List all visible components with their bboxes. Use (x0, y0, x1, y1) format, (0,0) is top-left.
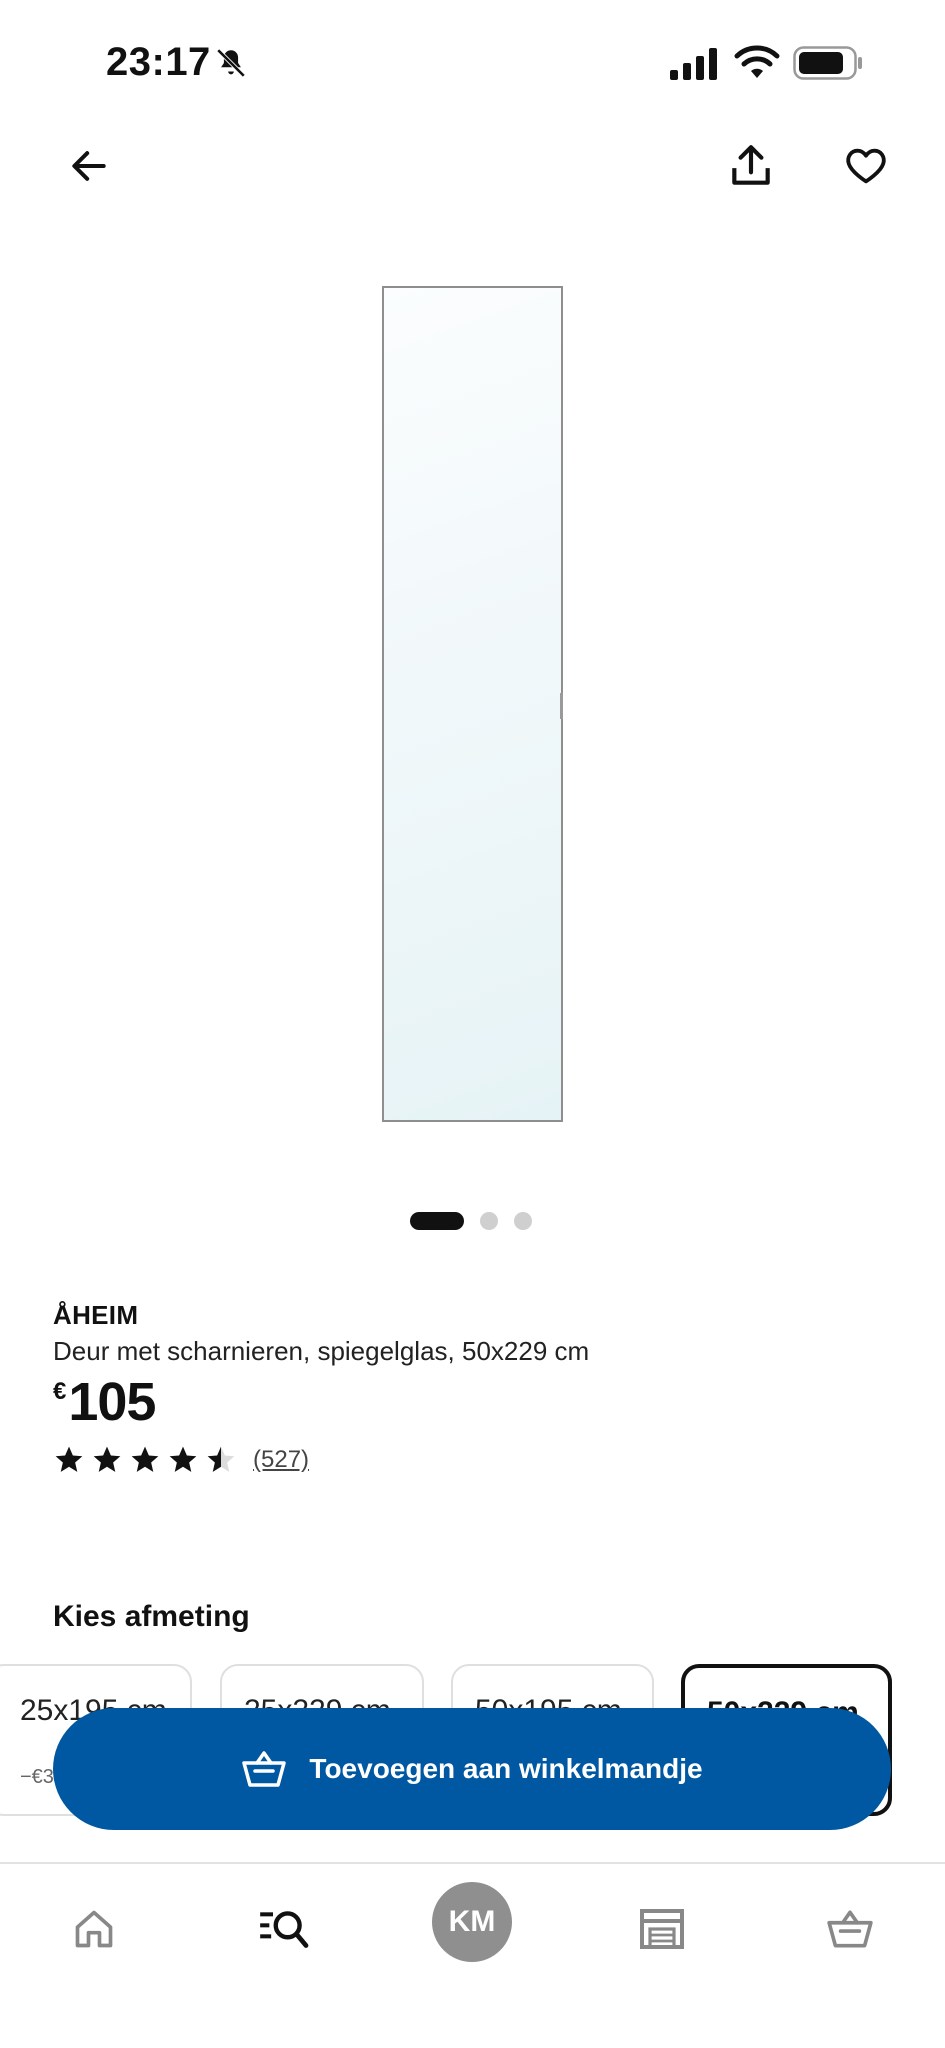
size-section-title: Kies afmeting (53, 1600, 250, 1633)
home-icon (75, 1910, 113, 1948)
review-count-link[interactable]: (527) (253, 1446, 309, 1474)
share-icon (732, 145, 770, 185)
carousel-dot[interactable] (514, 1212, 532, 1230)
wifi-icon (734, 45, 780, 78)
star-full-icon (131, 1446, 159, 1472)
bottom-navigation: KM (0, 1862, 945, 2048)
nav-cart[interactable] (815, 1894, 885, 1964)
carousel-dot[interactable] (480, 1212, 498, 1230)
heart-icon (846, 148, 886, 184)
star-full-icon (55, 1446, 83, 1472)
back-button[interactable] (54, 131, 124, 201)
battery-icon (793, 46, 862, 80)
favorite-button[interactable] (831, 131, 901, 201)
star-full-icon (169, 1446, 197, 1472)
product-price: € 105 (53, 1372, 156, 1432)
cellular-signal-icon (670, 48, 717, 80)
store-icon (640, 1909, 684, 1949)
star-half-icon (207, 1446, 235, 1472)
bell-slash-icon (216, 48, 246, 78)
price-currency: € (53, 1378, 67, 1405)
status-time: 23:17 (106, 40, 211, 84)
price-amount: 105 (68, 1372, 156, 1432)
add-to-cart-label: Toevoegen aan winkelmandje (309, 1753, 703, 1784)
nav-home[interactable] (59, 1894, 129, 1964)
carousel-dot-active[interactable] (410, 1212, 464, 1230)
product-image-mirror-door[interactable] (382, 286, 563, 1122)
mirror-hinge (560, 693, 563, 719)
share-button[interactable] (716, 131, 786, 201)
nav-profile-avatar[interactable]: KM (432, 1882, 512, 1962)
nav-stores[interactable] (627, 1894, 697, 1964)
star-full-icon (93, 1446, 121, 1472)
add-to-cart-button[interactable]: Toevoegen aan winkelmandje (53, 1708, 891, 1830)
product-name: ÅHEIM (53, 1300, 139, 1330)
basket-icon (827, 1910, 873, 1948)
product-description: Deur met scharnieren, spiegelglas, 50x22… (53, 1336, 590, 1366)
basket-icon (242, 1751, 287, 1787)
status-bar: 23:17 (0, 0, 945, 130)
carousel-indicator (410, 1211, 532, 1231)
rating-stars (53, 1444, 237, 1476)
product-rating[interactable]: (527) (53, 1444, 309, 1476)
profile-initials: KM (448, 1905, 496, 1938)
search-list-icon (260, 1911, 309, 1948)
arrow-left-icon (72, 151, 106, 181)
nav-search[interactable] (249, 1894, 319, 1964)
